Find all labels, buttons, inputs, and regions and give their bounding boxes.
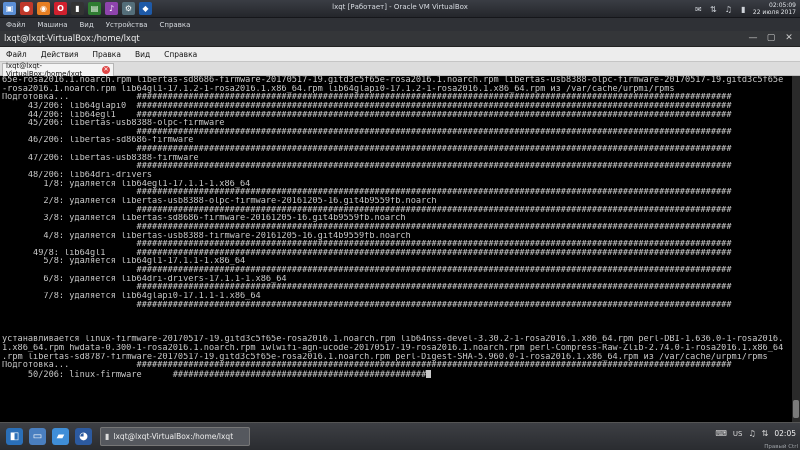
battery-icon[interactable]: ▮ <box>738 4 749 15</box>
file-manager-icon[interactable]: ▰ <box>52 428 69 445</box>
host-clock-time: 02:05:09 <box>769 2 796 9</box>
terminal-line: ########################################… <box>2 300 732 310</box>
terminal-line: 47/206: libertas-usb8388-firmware <box>2 153 199 163</box>
keyboard-layout[interactable]: US <box>733 430 743 438</box>
vm-menu-view[interactable]: Вид <box>80 21 94 29</box>
minimize-icon[interactable]: — <box>748 33 758 43</box>
vm-menu-devices[interactable]: Устройства <box>106 21 148 29</box>
terminal-line: ########################################… <box>2 283 732 293</box>
terminal-line: Подготовка... ##########################… <box>2 93 732 102</box>
vm-menu-machine[interactable]: Машина <box>37 21 67 29</box>
terminal-line: 49/8: lib64gl1 #########################… <box>2 248 732 258</box>
terminal-line: 48/206: lib64dri-drivers <box>2 171 153 180</box>
browser-icon[interactable]: ● <box>20 2 33 15</box>
guest-taskbar: ◧ ▭ ▰ ◕ ▮ lxqt@lxqt-VirtualBox:/home/lxqt ⌨… <box>0 422 800 450</box>
settings-icon[interactable]: ⚙ <box>122 2 135 15</box>
start-menu-icon[interactable]: ◧ <box>6 428 23 445</box>
terminal-line: 65e-rosa2016.1.noarch.rpm libertas-sd868… <box>2 76 784 85</box>
terminal-line: ########################################… <box>2 205 732 215</box>
volume-icon[interactable]: ♫ <box>749 429 756 438</box>
task-label: lxqt@lxqt-VirtualBox:/home/lxqt <box>113 432 234 441</box>
files-icon[interactable]: ▣ <box>3 2 16 15</box>
network-icon[interactable]: ⇅ <box>708 4 719 15</box>
terminal-scrollbar[interactable] <box>792 76 800 422</box>
window-controls: — ▢ ✕ <box>748 33 794 43</box>
host-clock-date: 22 июля 2017 <box>752 9 796 16</box>
terminal-line: устанавливается linux-firmware-20170517-… <box>2 335 784 344</box>
terminal-line: ########################################… <box>2 266 732 275</box>
network-icon[interactable]: ⇅ <box>762 429 769 438</box>
browser-icon[interactable]: ◕ <box>75 428 92 445</box>
firefox-icon[interactable]: ◉ <box>37 2 50 15</box>
terminal-line: ########################################… <box>2 145 732 154</box>
maximize-icon[interactable]: ▢ <box>766 33 776 43</box>
music-icon[interactable]: ♪ <box>105 2 118 15</box>
menu-help[interactable]: Справка <box>164 50 197 59</box>
terminal-icon[interactable]: ▮ <box>71 2 84 15</box>
virtualbox-icon[interactable]: ◆ <box>139 2 152 15</box>
terminal-line: ########################################… <box>2 188 732 197</box>
tab-close-icon[interactable]: ✕ <box>102 66 110 74</box>
volume-icon[interactable]: ♫ <box>723 4 734 15</box>
terminal-line: ########################################… <box>2 222 732 232</box>
terminal-line: 6/8: удаляется lib64dri-drivers-17.1.1-1… <box>2 274 287 284</box>
terminal-line: 7/8: удаляется lib64glapi0-17.1.1-1.x86_… <box>2 292 261 301</box>
terminal-line: .rpm libertas-sd8787-firmware-20170517-1… <box>2 352 768 362</box>
close-icon[interactable]: ✕ <box>784 33 794 43</box>
window-title: lxqt@lxqt-VirtualBox:/home/lxqt <box>4 33 140 44</box>
terminal-line: 1.x86_64.rpm hwdata-0.300-1-rosa2016.1.n… <box>2 343 784 353</box>
terminal-line: 4/8: удаляется libertas-usb8388-firmware… <box>2 231 411 241</box>
terminal-output[interactable]: 65e-rosa2016.1.noarch.rpm libertas-sd868… <box>0 76 792 422</box>
terminal-line: 2/8: удаляется libertas-usb8388-olpc-fir… <box>2 196 437 206</box>
host-system-tray: ✉ ⇅ ♫ ▮ 02:05:09 22 июля 2017 <box>693 2 796 16</box>
terminal-line: Подготовка... ##########################… <box>2 361 732 370</box>
terminal-window-titlebar[interactable]: lxqt@lxqt-VirtualBox:/home/lxqt — ▢ ✕ <box>0 31 800 47</box>
vm-menu-file[interactable]: Файл <box>6 21 25 29</box>
terminal-line: 44/206: lib64egl1 ######################… <box>2 110 732 120</box>
menu-edit[interactable]: Правка <box>92 50 121 59</box>
terminal-tabbar: lxqt@lxqt-VirtualBox:/home/lxqt ✕ <box>0 62 800 78</box>
opera-icon[interactable]: O <box>54 2 67 15</box>
desktop-icon[interactable]: ▭ <box>29 428 46 445</box>
menu-actions[interactable]: Действия <box>41 50 79 59</box>
terminal-line: -rosa2016.1.noarch.rpm lib64gl1-17.1.2-1… <box>2 84 675 94</box>
terminal-line: 45/206: libertas-usb8388-olpc-firmware <box>2 119 225 128</box>
host-top-panel: ▣ ● ◉ O ▮ ▤ ♪ ⚙ ◆ lxqt [Работает] - Oracle VM Vi… <box>0 0 800 18</box>
terminal-line: 1/8: удаляется lib64egl1-17.1.1-1.x86_64 <box>2 179 251 189</box>
terminal-line: ########################################… <box>2 240 732 249</box>
terminal-line: ########################################… <box>2 127 732 137</box>
terminal-icon: ▮ <box>105 432 110 441</box>
host-app-launchers: ▣ ● ◉ O ▮ ▤ ♪ ⚙ ◆ <box>0 2 152 15</box>
host-clock[interactable]: 02:05:09 22 июля 2017 <box>753 2 796 16</box>
taskbar-launchers: ◧ ▭ ▰ ◕ <box>0 428 92 445</box>
terminal-menubar: Файл Действия Правка Вид Справка <box>0 47 800 62</box>
guest-clock[interactable]: 02:05 <box>774 429 796 438</box>
guest-system-tray: ⌨ US ♫ ⇅ 02:05 <box>715 429 796 438</box>
scrollbar-thumb[interactable] <box>793 400 799 418</box>
terminal-line: 50/206: linux-firmware #################… <box>2 369 792 378</box>
virtualbox-menubar: Файл Машина Вид Устройства Справка <box>0 18 800 31</box>
terminal-line: 3/8: удаляется libertas-sd8686-firmware-… <box>2 214 406 223</box>
terminal-line: 46/206: libertas-sd8686-firmware <box>2 136 194 146</box>
terminal-line: 5/8: удаляется lib64gl1-17.1.1-1.x86_64 <box>2 257 246 267</box>
menu-view[interactable]: Вид <box>135 50 150 59</box>
vm-menu-help[interactable]: Справка <box>160 21 191 29</box>
terminal-line: 43/206: lib64glapi0 ####################… <box>2 101 732 111</box>
terminal-line: ########################################… <box>2 162 732 172</box>
keyboard-icon[interactable]: ⌨ <box>715 429 727 438</box>
notification-icon[interactable]: ✉ <box>693 4 704 15</box>
menu-file[interactable]: Файл <box>6 50 27 59</box>
taskbar-terminal-task[interactable]: ▮ lxqt@lxqt-VirtualBox:/home/lxqt <box>100 427 250 446</box>
office-icon[interactable]: ▤ <box>88 2 101 15</box>
host-key-indicator: Правый Ctrl <box>764 444 798 450</box>
terminal-tab[interactable]: lxqt@lxqt-VirtualBox:/home/lxqt ✕ <box>2 62 114 78</box>
terminal-cursor <box>426 369 432 378</box>
